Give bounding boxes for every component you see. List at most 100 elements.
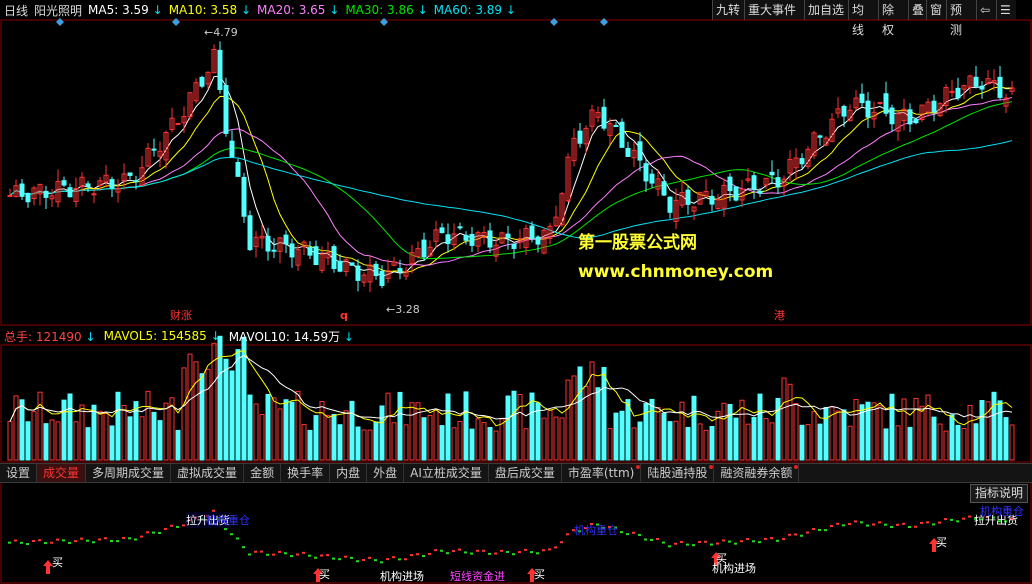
indicator-dot <box>632 531 635 534</box>
candle <box>25 192 31 203</box>
indicator-dot <box>806 531 809 534</box>
inst-enter-label-1: 机构进场 <box>380 570 424 583</box>
tab-9[interactable]: 盘后成交量 <box>489 464 562 482</box>
volume-bar <box>931 416 937 461</box>
tab-7[interactable]: 外盘 <box>367 464 405 482</box>
volume-bar <box>361 429 367 461</box>
indicator-dot <box>560 541 563 544</box>
indicator-dot <box>938 521 941 524</box>
indicator-dot <box>554 546 557 549</box>
indicator-dot <box>458 548 461 551</box>
volume-bar <box>571 375 577 461</box>
volume-bar <box>79 404 85 461</box>
indicator-dot <box>848 523 851 526</box>
indicator-dot <box>638 533 641 536</box>
candle <box>61 180 67 186</box>
indicator-dot <box>74 540 77 543</box>
volume-bar <box>997 400 1003 461</box>
volume-bar <box>457 420 463 461</box>
event-marker-gang[interactable]: 港 <box>774 307 785 323</box>
candle <box>355 265 361 281</box>
volume-bar <box>637 421 643 461</box>
indicator-dot <box>464 551 467 554</box>
volume-bar <box>697 423 703 461</box>
indicator-dot <box>950 518 953 521</box>
volume-bar <box>817 423 823 461</box>
volume-bar <box>421 417 427 461</box>
candle <box>19 183 25 197</box>
candle <box>127 172 133 176</box>
event-marker-cai-zhang[interactable]: 财涨 <box>170 307 192 323</box>
volume-bar <box>307 429 313 461</box>
tab-3[interactable]: 虚拟成交量 <box>171 464 245 482</box>
volume-bar <box>511 390 517 461</box>
indicator-dot <box>812 528 815 531</box>
tab-10[interactable]: 市盈率(ttm) <box>562 464 642 482</box>
indicator-dot <box>548 548 551 551</box>
volume-bar <box>745 423 751 461</box>
volume-bar <box>181 367 187 461</box>
stock-chart-canvas[interactable] <box>0 0 1032 584</box>
volume-bar <box>25 421 31 461</box>
candle <box>979 85 985 90</box>
candle <box>307 247 313 256</box>
tab-6[interactable]: 内盘 <box>330 464 368 482</box>
candle <box>883 93 889 114</box>
volume-bar <box>727 403 733 461</box>
volume-bar <box>1009 424 1015 461</box>
indicator-dot <box>242 546 245 549</box>
indicator-dot <box>56 538 59 541</box>
candle <box>511 243 517 249</box>
volume-bar <box>853 399 859 461</box>
volume-bar <box>673 420 679 461</box>
volume-bar <box>145 390 151 461</box>
indicator-dot <box>350 556 353 559</box>
indicator-dot <box>716 542 719 545</box>
indicator-dot <box>308 554 311 557</box>
tab-0[interactable]: 设置 <box>0 464 38 482</box>
indicator-dot <box>272 553 275 556</box>
volume-bar <box>85 427 91 461</box>
tab-dot <box>636 465 641 469</box>
watermark-title: 第一股票公式网 <box>578 233 697 253</box>
tab-5[interactable]: 换手率 <box>281 464 331 482</box>
indicator-dot <box>770 537 773 540</box>
indicator-dot <box>86 539 89 542</box>
tab-12[interactable]: 融资融券余额 <box>714 464 800 482</box>
volume-bar <box>709 425 715 461</box>
volume-bar <box>139 416 145 461</box>
volume-bar <box>505 395 511 461</box>
indicator-dot <box>788 533 791 536</box>
indicator-help-button[interactable]: 指标说明 <box>969 484 1028 503</box>
tab-1[interactable]: 成交量 <box>37 464 87 482</box>
indicator-dot <box>566 533 569 536</box>
candle <box>505 233 511 239</box>
volume-bar <box>619 410 625 461</box>
candle <box>247 215 253 251</box>
indicator-dot <box>434 549 437 552</box>
tab-4[interactable]: 金额 <box>244 464 282 482</box>
indicator-dot <box>794 533 797 536</box>
volume-bar <box>319 400 325 461</box>
candle <box>241 176 247 217</box>
candle <box>907 109 913 125</box>
event-marker-q[interactable]: q <box>340 309 348 322</box>
tab-2[interactable]: 多周期成交量 <box>86 464 172 482</box>
volume-bar <box>979 400 985 461</box>
volume-bar <box>703 429 709 461</box>
volume-bar <box>373 421 379 461</box>
candle <box>625 147 631 157</box>
tab-8[interactable]: AI立桩成交量 <box>404 464 489 482</box>
candle <box>229 140 235 158</box>
indicator-dot <box>494 552 497 555</box>
candle <box>133 180 139 183</box>
volume-bar <box>127 416 133 461</box>
volume-bar <box>397 391 403 461</box>
candle <box>373 263 379 277</box>
tab-11[interactable]: 陆股通持股 <box>641 464 715 482</box>
buy-label-2: 买 <box>319 568 330 581</box>
indicator-dot <box>422 555 425 558</box>
indicator-dot <box>392 556 395 559</box>
volume-bar <box>409 402 415 461</box>
volume-bar <box>49 419 55 461</box>
